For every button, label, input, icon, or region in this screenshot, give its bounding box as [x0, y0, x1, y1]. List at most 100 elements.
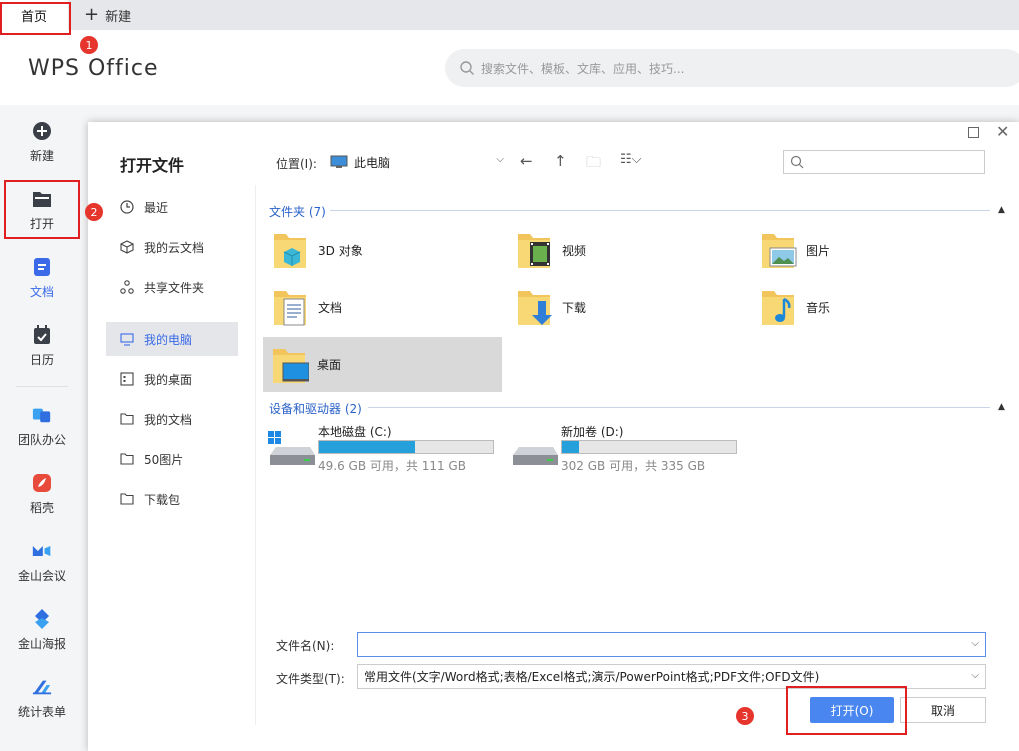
filename-label: 文件名(N):: [276, 639, 335, 653]
folder-name: 3D 对象: [318, 243, 363, 258]
sidebar-divider: [255, 185, 256, 725]
collapse-icon[interactable]: ▲: [998, 205, 1005, 215]
folder-item[interactable]: 音乐: [752, 280, 992, 334]
drive-usage-bar: [318, 440, 494, 454]
nav-separator: [16, 386, 68, 387]
folder-video-icon: [514, 228, 554, 272]
back-arrow-icon[interactable]: ←: [520, 152, 533, 170]
sidebar-item-my-desktop[interactable]: 我的桌面: [106, 362, 238, 396]
search-icon: [790, 155, 804, 169]
tab-new-label: 新建: [105, 9, 132, 25]
form-icon: [32, 677, 52, 697]
nav-poster[interactable]: 金山海报: [0, 600, 84, 660]
folder-item[interactable]: 图片: [752, 223, 992, 277]
drive-usage-fill: [562, 441, 580, 453]
sidebar-item-label: 我的桌面: [144, 372, 193, 387]
document-icon: [32, 257, 52, 277]
team-icon: [32, 405, 52, 425]
dialog-search-input[interactable]: [783, 150, 985, 174]
folder-item[interactable]: 文档: [264, 280, 504, 334]
tab-new[interactable]: + 新建: [84, 0, 131, 30]
drive-usage-fill: [319, 441, 416, 453]
search-icon: [460, 61, 474, 75]
plus-circle-icon: [32, 121, 52, 141]
nav-team-office-label: 团队办公: [17, 432, 66, 447]
folder-name: 下载: [562, 300, 587, 315]
calendar-icon: [32, 324, 52, 345]
folder-desktop-icon: [269, 343, 310, 387]
sidebar-item-label: 50图片: [144, 452, 184, 467]
folder-item-selected[interactable]: 桌面: [263, 337, 502, 392]
tab-bar: [0, 0, 1019, 30]
wps-logo: WPS Office: [28, 56, 159, 81]
global-search-input[interactable]: 搜索文件、模板、文库、应用、技巧...: [445, 49, 1019, 87]
drive-info: 49.6 GB 可用，共 111 GB: [318, 459, 466, 473]
nav-team-office[interactable]: 团队办公: [0, 396, 84, 456]
meeting-icon: [32, 541, 52, 561]
windows-drive-icon: [268, 431, 316, 467]
chevron-down-icon[interactable]: ⌵: [971, 638, 979, 649]
folder-download-icon: [514, 285, 554, 329]
nav-new-label: 新建: [29, 148, 54, 163]
folder-outline-icon: [120, 412, 134, 426]
search-placeholder: 搜索文件、模板、文库、应用、技巧...: [481, 61, 685, 76]
annotation-box-open-button: [786, 686, 907, 735]
drive-name: 新加卷 (D:): [561, 425, 624, 439]
sidebar-item-shared-folder[interactable]: 共享文件夹: [106, 270, 238, 304]
share-icon: [120, 280, 134, 294]
location-select[interactable]: 此电脑 ⌵: [330, 150, 510, 174]
cloud-cube-icon: [120, 240, 134, 254]
annotation-box-home: [0, 2, 71, 35]
folder-name: 图片: [806, 243, 831, 258]
nav-calendar[interactable]: 日历: [0, 316, 84, 376]
view-options-icon[interactable]: ☷⌵: [620, 152, 642, 167]
annotation-marker: 3: [736, 707, 754, 725]
new-folder-icon[interactable]: 🗀: [586, 152, 601, 177]
sidebar-item-label: 我的文档: [144, 412, 193, 427]
location-value: 此电脑: [354, 155, 391, 170]
desktop-icon: [120, 372, 134, 386]
annotation-box-open: [4, 180, 80, 239]
sidebar-item-downloads[interactable]: 下载包: [106, 482, 238, 516]
sidebar-item-recent[interactable]: 最近: [106, 190, 238, 224]
nav-meeting[interactable]: 金山会议: [0, 532, 84, 592]
folder-name: 视频: [562, 243, 587, 258]
clock-icon: [120, 200, 134, 214]
folder-item[interactable]: 视频: [508, 223, 748, 277]
folders-section-header[interactable]: 文件夹 (7): [269, 203, 326, 220]
sidebar-item-label: 我的电脑: [144, 332, 193, 347]
sidebar-item-50-pictures[interactable]: 50图片: [106, 442, 238, 476]
drive-item-d[interactable]: 新加卷 (D:) 302 GB 可用，共 335 GB: [511, 423, 751, 473]
nav-docer[interactable]: 稻壳: [0, 464, 84, 524]
nav-calendar-label: 日历: [29, 352, 54, 367]
cancel-button[interactable]: 取消: [900, 697, 986, 723]
up-arrow-icon[interactable]: ↑: [554, 152, 567, 170]
annotation-marker: 1: [80, 36, 98, 54]
nav-docer-label: 稻壳: [29, 500, 54, 515]
chevron-down-icon: ⌵: [496, 154, 504, 165]
maximize-icon[interactable]: [968, 127, 979, 138]
folder-document-icon: [270, 285, 310, 329]
filename-input[interactable]: ⌵: [357, 632, 986, 657]
nav-documents[interactable]: 文档: [0, 248, 84, 308]
drive-info: 302 GB 可用，共 335 GB: [561, 459, 706, 473]
sidebar-item-cloud-docs[interactable]: 我的云文档: [106, 230, 238, 264]
sidebar-item-my-documents[interactable]: 我的文档: [106, 402, 238, 436]
drive-item-c[interactable]: 本地磁盘 (C:) 49.6 GB 可用，共 111 GB: [268, 423, 508, 473]
folder-item[interactable]: 下载: [508, 280, 748, 334]
sidebar-item-my-computer[interactable]: 我的电脑: [106, 322, 238, 356]
section-divider: [330, 210, 990, 211]
folder-name: 桌面: [317, 358, 342, 372]
dialog-title: 打开文件: [120, 156, 185, 175]
close-icon[interactable]: ✕: [996, 122, 1009, 141]
plus-icon: +: [84, 4, 100, 25]
folder-item[interactable]: 3D 对象: [264, 223, 504, 277]
collapse-icon[interactable]: ▲: [998, 402, 1005, 412]
folder-3d-icon: [270, 228, 310, 272]
drives-section-header[interactable]: 设备和驱动器 (2): [269, 400, 362, 417]
nav-form[interactable]: 统计表单: [0, 668, 84, 728]
nav-new[interactable]: 新建: [0, 112, 84, 172]
filetype-label: 文件类型(T):: [276, 672, 345, 686]
poster-icon: [32, 608, 52, 629]
sidebar-item-label: 最近: [144, 200, 169, 215]
